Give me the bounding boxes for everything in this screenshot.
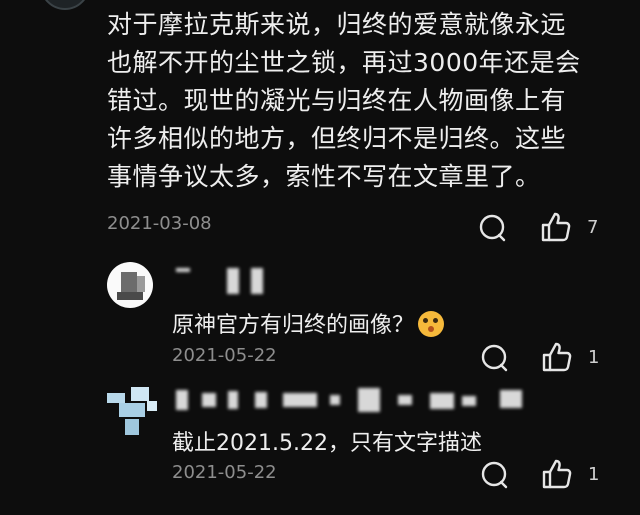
reply-text: 截止2021.5.22，只有文字描述 <box>172 431 482 456</box>
reply-username-blurred <box>398 395 412 405</box>
like-count: 1 <box>588 347 600 368</box>
reply-date: 2021-05-22 <box>172 462 277 483</box>
reply-avatar[interactable] <box>107 385 159 437</box>
reply-username-blurred <box>202 393 216 407</box>
reply-username-blurred <box>176 268 190 272</box>
face-with-open-mouth-emoji <box>418 311 445 337</box>
reply-username-blurred <box>462 396 476 406</box>
like-count: 1 <box>588 464 600 485</box>
reply-username-blurred <box>228 391 238 409</box>
comment-bubble-icon[interactable] <box>480 460 510 494</box>
reply-username-blurred <box>176 390 188 410</box>
comment-text: 对于摩拉克斯来说，归终的爱意就像永远 也解不开的尘世之锁，再过3000年还是会 … <box>107 10 581 191</box>
reply-date: 2021-05-22 <box>172 345 277 366</box>
reply-username-blurred <box>251 268 263 294</box>
reply-username-blurred <box>430 393 454 409</box>
commenter-avatar[interactable] <box>40 0 90 10</box>
thumbs-up-icon[interactable] <box>540 211 572 247</box>
comment-bubble-icon[interactable] <box>478 213 508 247</box>
reply-avatar[interactable] <box>107 262 153 308</box>
reply-text: 原神官方有归终的画像？ <box>172 313 415 338</box>
thumbs-up-icon[interactable] <box>541 458 573 494</box>
reply-username-blurred <box>330 395 340 405</box>
reply-username-blurred <box>227 268 239 294</box>
comment-date: 2021-03-08 <box>107 213 212 234</box>
reply-username-blurred <box>358 388 380 412</box>
comment-bubble-icon[interactable] <box>480 343 510 377</box>
reply-username-blurred <box>500 390 522 408</box>
thumbs-up-icon[interactable] <box>541 341 573 377</box>
reply-text-row: 原神官方有归终的画像？ <box>172 307 445 339</box>
reply-username-blurred <box>255 392 267 408</box>
reply-username-blurred <box>283 393 317 407</box>
like-count: 7 <box>587 217 599 238</box>
